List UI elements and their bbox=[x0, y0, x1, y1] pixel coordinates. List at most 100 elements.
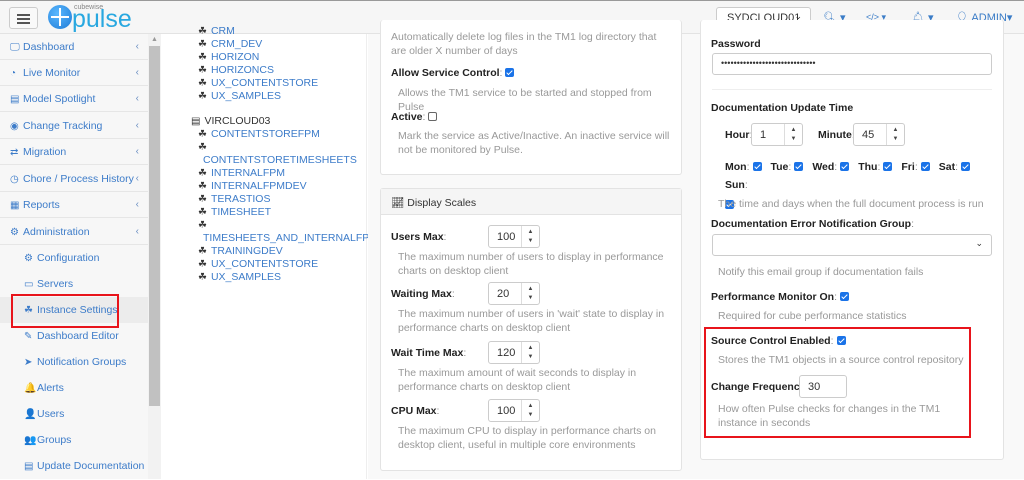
password-input[interactable]: •••••••••••••••••••••••••••••• bbox=[712, 53, 992, 75]
instance-name: HORIZONCS bbox=[210, 64, 274, 76]
chevron-left-icon: ‹ bbox=[135, 41, 139, 52]
instance-tree: ☘ CRM ☘ CRM_DEV ☘ HORIZON ☘ HORIZONCS ☘ UX_CONTEN… bbox=[161, 25, 378, 479]
sidebar-item-update-documentation[interactable]: ▤ Update Documentation bbox=[0, 453, 148, 479]
instance-link[interactable]: ☘ INTERNALFPMDEV bbox=[198, 180, 307, 193]
instance-name: CONTENTSTOREFPM bbox=[210, 128, 320, 140]
chevron-left-icon: ‹ bbox=[135, 226, 139, 237]
sidebar-item-model-spotlight[interactable]: ▤ Model Spotlight ‹ bbox=[0, 86, 148, 112]
instance-link[interactable]: ☘ UX_SAMPLES bbox=[198, 90, 281, 103]
active-label: Active: bbox=[391, 111, 438, 123]
instance-link[interactable]: ☘ TIMESHEET bbox=[198, 206, 271, 219]
instance-link[interactable]: ☘ CRM bbox=[198, 25, 235, 38]
instance-link[interactable]: ☘ TRAININGDEV bbox=[198, 245, 283, 258]
scale-stepper[interactable]: 20 ▲ ▼ bbox=[488, 282, 540, 305]
active-help: Mark the service as Active/Inactive. An … bbox=[398, 130, 670, 156]
sidebar-item-label: Migration bbox=[23, 146, 67, 158]
day-mon: Mon: bbox=[725, 158, 762, 176]
doc-error-group-select[interactable]: ⌄ bbox=[712, 234, 992, 256]
day-sat: Sat: bbox=[939, 158, 970, 176]
instance-name: TERASTIOS bbox=[210, 193, 271, 205]
sidebar-item-notification-groups[interactable]: ➤ Notification Groups bbox=[0, 349, 148, 375]
sidebar-item-label: Groups bbox=[37, 434, 72, 446]
logo-text: pulse bbox=[72, 5, 132, 33]
scale-stepper[interactable]: 100 ▲ ▼ bbox=[488, 399, 540, 422]
scale-label: Users Max: bbox=[391, 231, 447, 243]
instance-name: CRM_DEV bbox=[210, 38, 263, 50]
instance-name: TIMESHEETS_AND_INTERNALFPM bbox=[203, 232, 379, 244]
minute-stepper[interactable]: 45 ▲ ▼ bbox=[853, 123, 905, 146]
scale-stepper[interactable]: 100 ▲ ▼ bbox=[488, 225, 540, 248]
day-checkbox[interactable] bbox=[794, 162, 804, 171]
instance-link[interactable]: ☘ TERASTIOS bbox=[198, 193, 270, 206]
active-checkbox[interactable] bbox=[428, 112, 438, 121]
users-icon: 👥 bbox=[24, 435, 37, 446]
chevron-left-icon: ‹ bbox=[135, 146, 139, 157]
instance-link[interactable]: ☘ UX_SAMPLES bbox=[198, 271, 281, 284]
instance-link[interactable]: ☘ UX_CONTENTSTORE bbox=[198, 258, 318, 271]
instance-link[interactable]: ☘ INTERNALFPM bbox=[198, 167, 285, 180]
menu-toggle-button[interactable] bbox=[9, 7, 38, 29]
instance-name: HORIZON bbox=[210, 51, 260, 63]
sidebar-item-label: Servers bbox=[37, 278, 74, 290]
scroll-up-arrow[interactable]: ▲ bbox=[151, 36, 158, 43]
scale-help: The maximum number of users in 'wait' st… bbox=[398, 308, 665, 334]
instance-link[interactable]: ☘ HORIZONCS bbox=[198, 64, 274, 77]
highlight-box-source-control bbox=[704, 327, 971, 438]
day-checkbox[interactable] bbox=[840, 162, 850, 171]
sidebar-item-live-monitor[interactable]: ◔ Live Monitor ‹ bbox=[0, 60, 148, 86]
day-checkbox[interactable] bbox=[920, 162, 930, 171]
hour-stepper[interactable]: 1 ▲ ▼ bbox=[751, 123, 803, 146]
chevron-left-icon: ‹ bbox=[135, 120, 139, 131]
cubes-icon: ☘ bbox=[198, 129, 207, 140]
sidebar-item-migration[interactable]: ⇄ Migration ‹ bbox=[0, 139, 148, 165]
sidebar-item-configuration[interactable]: ⚙ Configuration bbox=[0, 245, 148, 271]
spinner-arrows-icon: ▲ ▼ bbox=[521, 283, 539, 304]
instance-link[interactable]: ☘ HORIZON bbox=[198, 51, 259, 64]
instance-name: UX_SAMPLES bbox=[210, 90, 281, 102]
sidebar-item-administration[interactable]: ⚙ Administration ‹ bbox=[0, 219, 148, 245]
scale-stepper[interactable]: 120 ▲ ▼ bbox=[488, 341, 540, 364]
sidebar-item-alerts[interactable]: 🔔Alerts bbox=[0, 375, 148, 401]
sidebar-item-dashboard[interactable]: 🖵 Dashboard ‹ bbox=[0, 34, 148, 60]
day-checkbox[interactable] bbox=[961, 162, 970, 171]
chevron-left-icon: ‹ bbox=[135, 93, 139, 104]
performance-monitor-help: Required for cube performance statistics bbox=[718, 310, 907, 322]
allow-service-control-help: Allows the TM1 service to be started and… bbox=[398, 87, 652, 113]
chevron-left-icon: ‹ bbox=[135, 67, 139, 78]
performance-monitor-checkbox[interactable] bbox=[840, 292, 850, 301]
instance-link[interactable]: ☘ CRM_DEV bbox=[198, 38, 262, 51]
sidebar-item-groups[interactable]: 👥Groups bbox=[0, 427, 148, 453]
instance-name: UX_CONTENTSTORE bbox=[210, 77, 319, 89]
sidebar-item-label: Live Monitor bbox=[23, 67, 81, 79]
log-retention-help: Automatically delete log files in the TM… bbox=[391, 31, 657, 57]
sidebar-item-reports[interactable]: ▦ Reports ‹ bbox=[0, 192, 148, 218]
cubes-icon: ☘ bbox=[198, 52, 207, 63]
sidebar-item-label: Reports bbox=[23, 199, 60, 211]
cubes-icon: ☘ bbox=[198, 272, 207, 283]
instance-link[interactable]: ☘ UX_CONTENTSTORE bbox=[198, 77, 318, 90]
instance-link[interactable]: ☘ CONTENTSTOREFPM bbox=[198, 128, 320, 141]
server-node[interactable]: ▤ VIRCLOUD03 bbox=[191, 115, 270, 128]
sidebar-item-users[interactable]: 👤Users bbox=[0, 401, 148, 427]
display-scales-panel: 📈︎ Display Scales Users Max: 100 ▲ ▼ The max… bbox=[380, 188, 682, 471]
day-checkbox[interactable] bbox=[883, 162, 893, 171]
report-icon: ▦ bbox=[10, 200, 20, 211]
instance-name: TRAININGDEV bbox=[210, 245, 283, 257]
password-label: Password bbox=[711, 38, 761, 50]
display-scales-title: Display Scales bbox=[407, 197, 477, 209]
sidebar-item-chore-process-history[interactable]: ◷ Chore / Process History ‹ bbox=[0, 166, 148, 192]
cubes-icon: ☘ bbox=[198, 168, 207, 179]
display-scales-header: 📈︎ Display Scales bbox=[381, 189, 681, 215]
instance-link[interactable]: ☘ TIMESHEETS_AND_INTERNALFPM bbox=[198, 219, 378, 245]
sidebar-item-label: Administration bbox=[23, 226, 90, 238]
instance-link[interactable]: ☘ CONTENTSTORETIMESHEETS bbox=[198, 141, 357, 167]
scale-help: The maximum amount of wait seconds to di… bbox=[398, 367, 637, 393]
day-thu: Thu: bbox=[858, 158, 893, 176]
day-checkbox[interactable] bbox=[752, 162, 762, 171]
scrollbar-thumb[interactable] bbox=[149, 46, 160, 406]
sidebar-item-change-tracking[interactable]: ◉ Change Tracking ‹ bbox=[0, 113, 148, 139]
cubes-icon: ☘ bbox=[198, 207, 207, 218]
sidebar-item-label: Users bbox=[37, 408, 65, 420]
bell-icon: 🔔 bbox=[24, 383, 37, 394]
allow-service-control-checkbox[interactable] bbox=[505, 68, 515, 77]
